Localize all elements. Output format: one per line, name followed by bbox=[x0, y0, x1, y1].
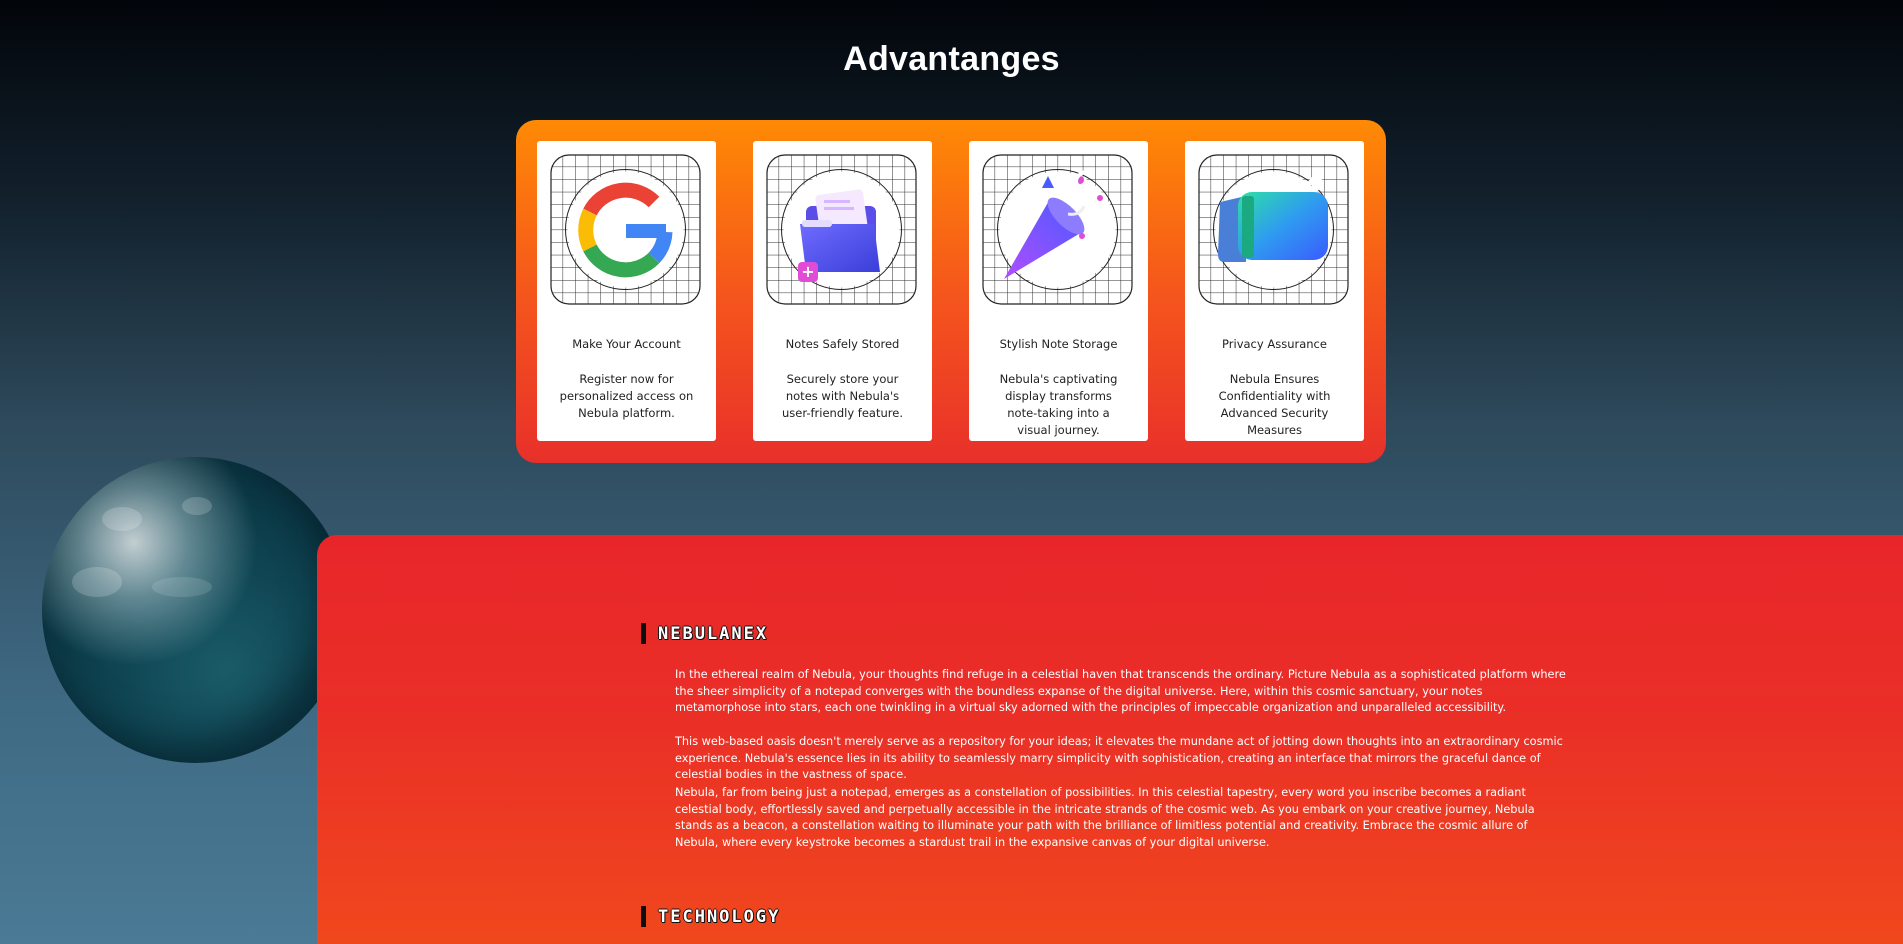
party-popper-icon bbox=[982, 154, 1133, 305]
card-heading: Notes Safely Stored bbox=[785, 337, 900, 351]
advantages-panel: Make Your Account Register now for perso… bbox=[516, 120, 1386, 463]
about-heading-label: NEBULANEX bbox=[658, 623, 769, 644]
card-heading: Privacy Assurance bbox=[1222, 337, 1327, 351]
folder-notes-icon: + bbox=[766, 154, 917, 305]
heading-bar bbox=[641, 623, 646, 644]
advantage-card-account: Make Your Account Register now for perso… bbox=[537, 141, 716, 441]
card-description: Nebula Ensures Confidentiality with Adva… bbox=[1218, 372, 1331, 437]
technology-heading: TECHNOLOGY bbox=[641, 906, 780, 927]
about-paragraph: In the ethereal realm of Nebula, your th… bbox=[675, 668, 1566, 715]
card-heading: Stylish Note Storage bbox=[999, 337, 1118, 351]
technology-heading-label: TECHNOLOGY bbox=[658, 906, 781, 927]
moon-image bbox=[42, 457, 348, 763]
advantage-card-privacy: Privacy Assurance Nebula Ensures Confide… bbox=[1185, 141, 1364, 441]
wallet-shield-icon bbox=[1198, 154, 1349, 305]
card-description: Register now for personalized access on … bbox=[559, 372, 694, 420]
card-heading: Make Your Account bbox=[572, 337, 681, 351]
card-description: Nebula's captivating display transforms … bbox=[999, 372, 1118, 437]
google-logo-icon bbox=[550, 154, 701, 305]
heading-bar bbox=[641, 906, 646, 927]
section-title: Advantanges bbox=[843, 40, 1060, 78]
card-description: Securely store your notes with Nebula's … bbox=[782, 372, 903, 420]
svg-text:+: + bbox=[801, 262, 814, 281]
advantage-card-style: Stylish Note Storage Nebula's captivatin… bbox=[969, 141, 1148, 441]
advantage-card-storage: + Notes Safely Stored Securely store you… bbox=[753, 141, 932, 441]
about-paragraph: Nebula, far from being just a notepad, e… bbox=[675, 786, 1535, 849]
about-paragraph: This web-based oasis doesn't merely serv… bbox=[675, 735, 1563, 782]
about-heading: NEBULANEX bbox=[641, 623, 768, 644]
